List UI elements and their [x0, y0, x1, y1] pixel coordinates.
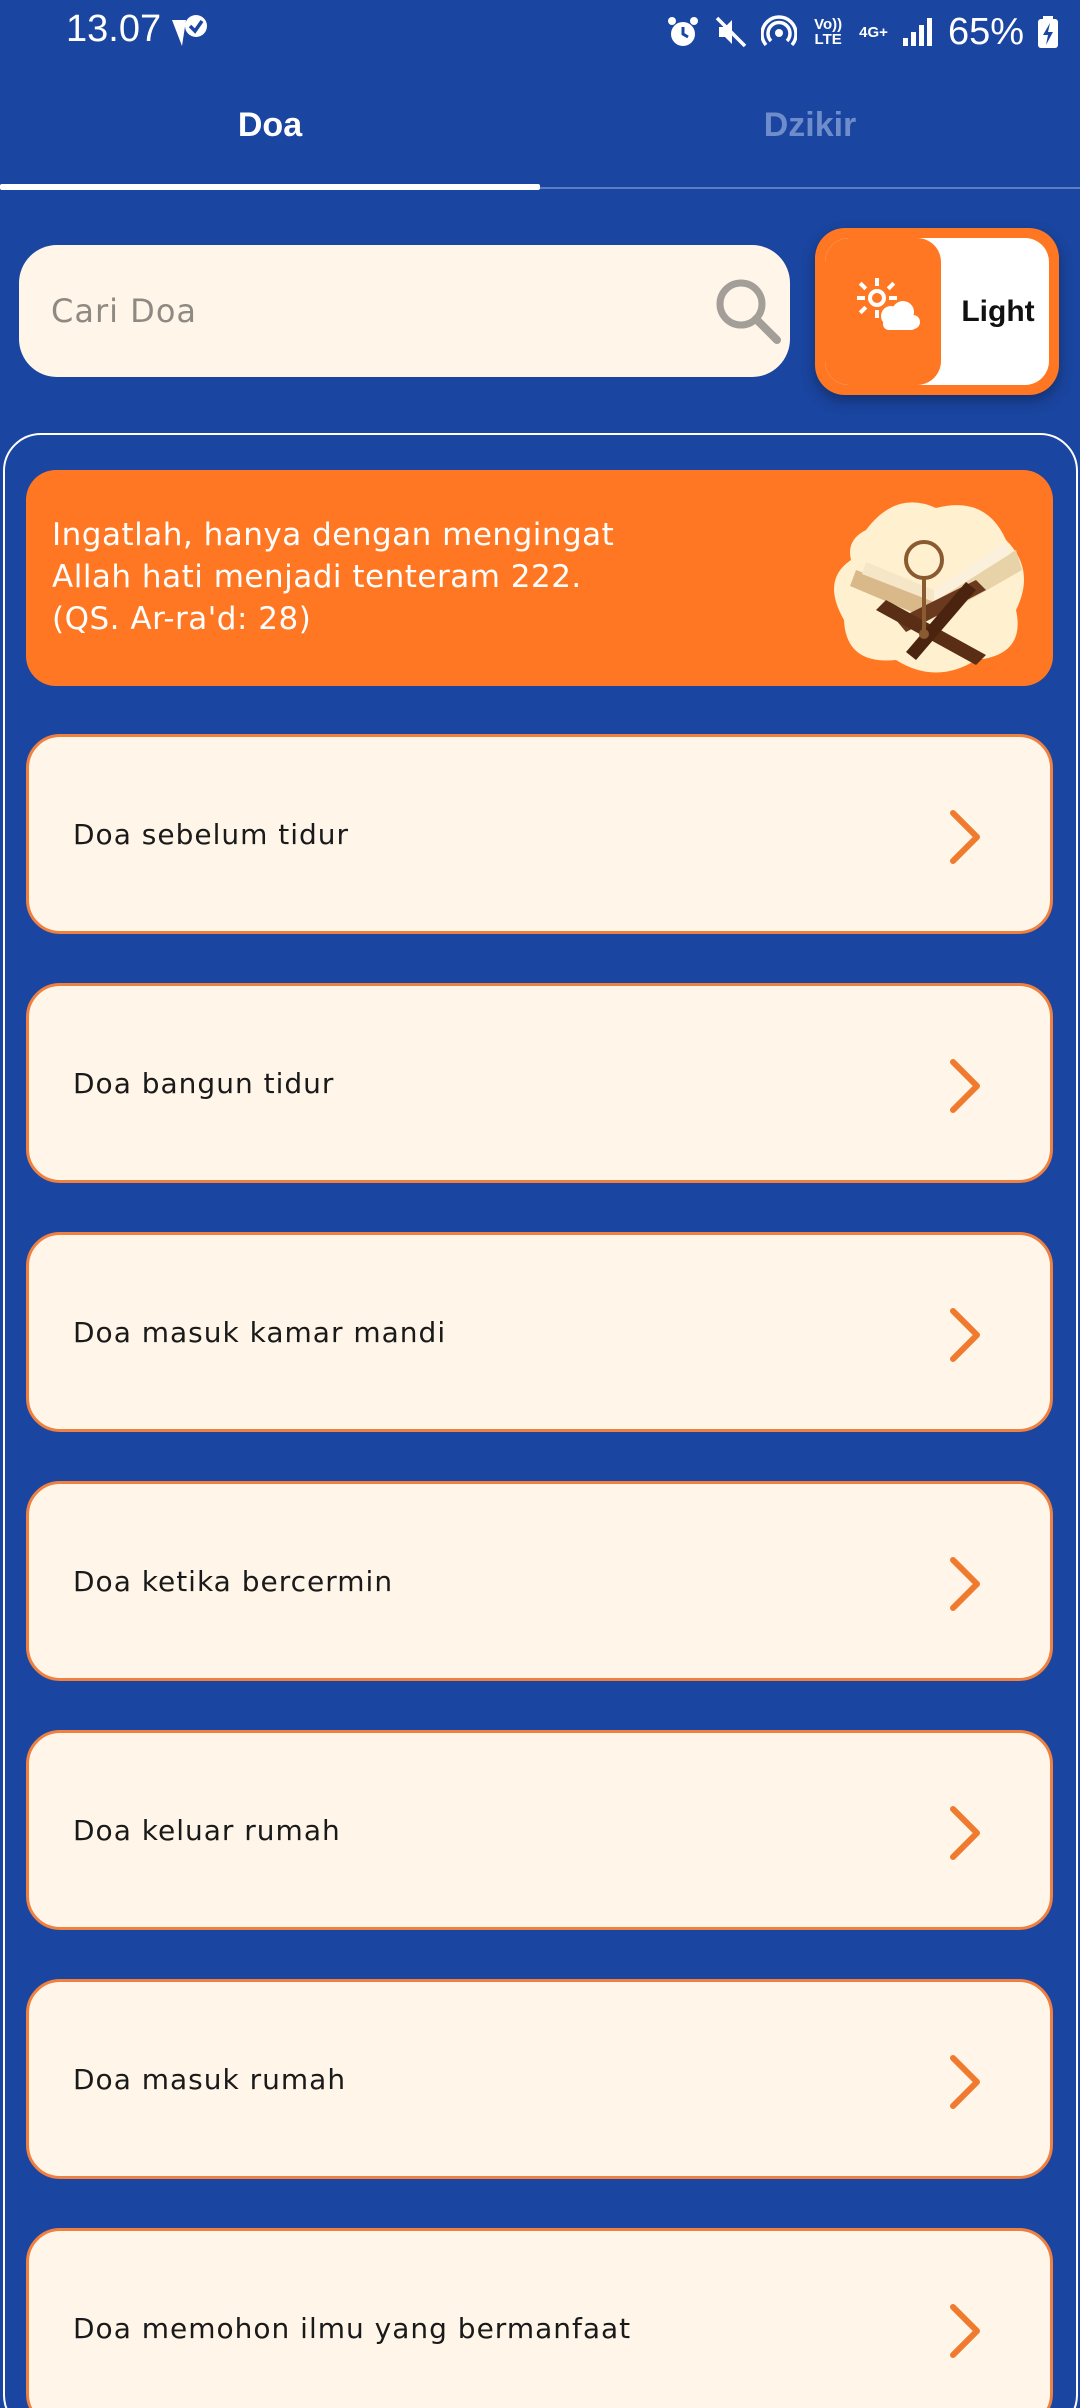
list-item-label: Doa bangun tidur	[73, 1066, 335, 1100]
tab-dzikir[interactable]: Dzikir	[540, 64, 1080, 186]
list-item[interactable]: Doa sebelum tidur	[26, 734, 1053, 934]
battery-percent: 65%	[947, 10, 1024, 53]
chevron-right-icon	[950, 1308, 980, 1362]
theme-toggle[interactable]: Light	[815, 228, 1059, 395]
theme-toggle-track: Light	[825, 238, 1049, 385]
tab-bar: Doa Dzikir	[0, 64, 1080, 190]
theme-toggle-knob[interactable]	[825, 238, 941, 385]
search-icon[interactable]	[709, 272, 787, 350]
quran-rehal-illustration	[834, 502, 1024, 673]
list-item-label: Doa sebelum tidur	[73, 817, 350, 851]
list-item-label: Doa masuk kamar mandi	[73, 1315, 447, 1349]
banner-quote: Ingatlah, hanya dengan mengingat Allah h…	[52, 517, 615, 637]
list-item[interactable]: Doa masuk rumah	[26, 1979, 1053, 2179]
status-time: 13.07	[66, 8, 162, 50]
list-item-label: Doa ketika bercermin	[73, 1564, 394, 1598]
chevron-right-icon	[950, 1557, 980, 1611]
list-item[interactable]: Doa ketika bercermin	[26, 1481, 1053, 1681]
theme-toggle-label: Light	[961, 294, 1035, 328]
battery-charging-icon	[1038, 16, 1058, 48]
mute-icon	[715, 16, 747, 48]
chevron-right-icon	[950, 2304, 980, 2358]
list-item[interactable]: Doa memohon ilmu yang bermanfaat	[26, 2228, 1053, 2408]
search-input[interactable]	[51, 245, 671, 377]
volte-indicator: Vo)) LTE	[814, 16, 843, 48]
list-item-label: Doa masuk rumah	[73, 2062, 347, 2096]
chevron-right-icon	[950, 1806, 980, 1860]
signal-icon	[902, 18, 932, 46]
notification-check-icon	[172, 15, 207, 46]
status-icons: Vo)) LTE 4G+ 65%	[665, 8, 1060, 56]
list-item-label: Doa memohon ilmu yang bermanfaat	[73, 2311, 632, 2345]
search-bar	[19, 245, 790, 377]
list-item-label: Doa keluar rumah	[73, 1813, 341, 1847]
hotspot-icon	[761, 15, 798, 47]
tab-doa[interactable]: Doa	[0, 64, 540, 186]
list-item[interactable]: Doa masuk kamar mandi	[26, 1232, 1053, 1432]
tab-active-indicator	[0, 184, 540, 190]
chevron-right-icon	[950, 2055, 980, 2109]
list-item[interactable]: Doa keluar rumah	[26, 1730, 1053, 1930]
status-bar: 13.07 Vo)) LTE 4G+ 65%	[0, 0, 1080, 64]
sun-cloud-icon	[857, 278, 920, 330]
alarm-icon	[668, 17, 699, 46]
chevron-right-icon	[950, 810, 980, 864]
network-type: 4G+	[859, 23, 888, 41]
chevron-right-icon	[950, 1059, 980, 1113]
list-item[interactable]: Doa bangun tidur	[26, 983, 1053, 1183]
quote-banner: Ingatlah, hanya dengan mengingat Allah h…	[26, 470, 1053, 686]
